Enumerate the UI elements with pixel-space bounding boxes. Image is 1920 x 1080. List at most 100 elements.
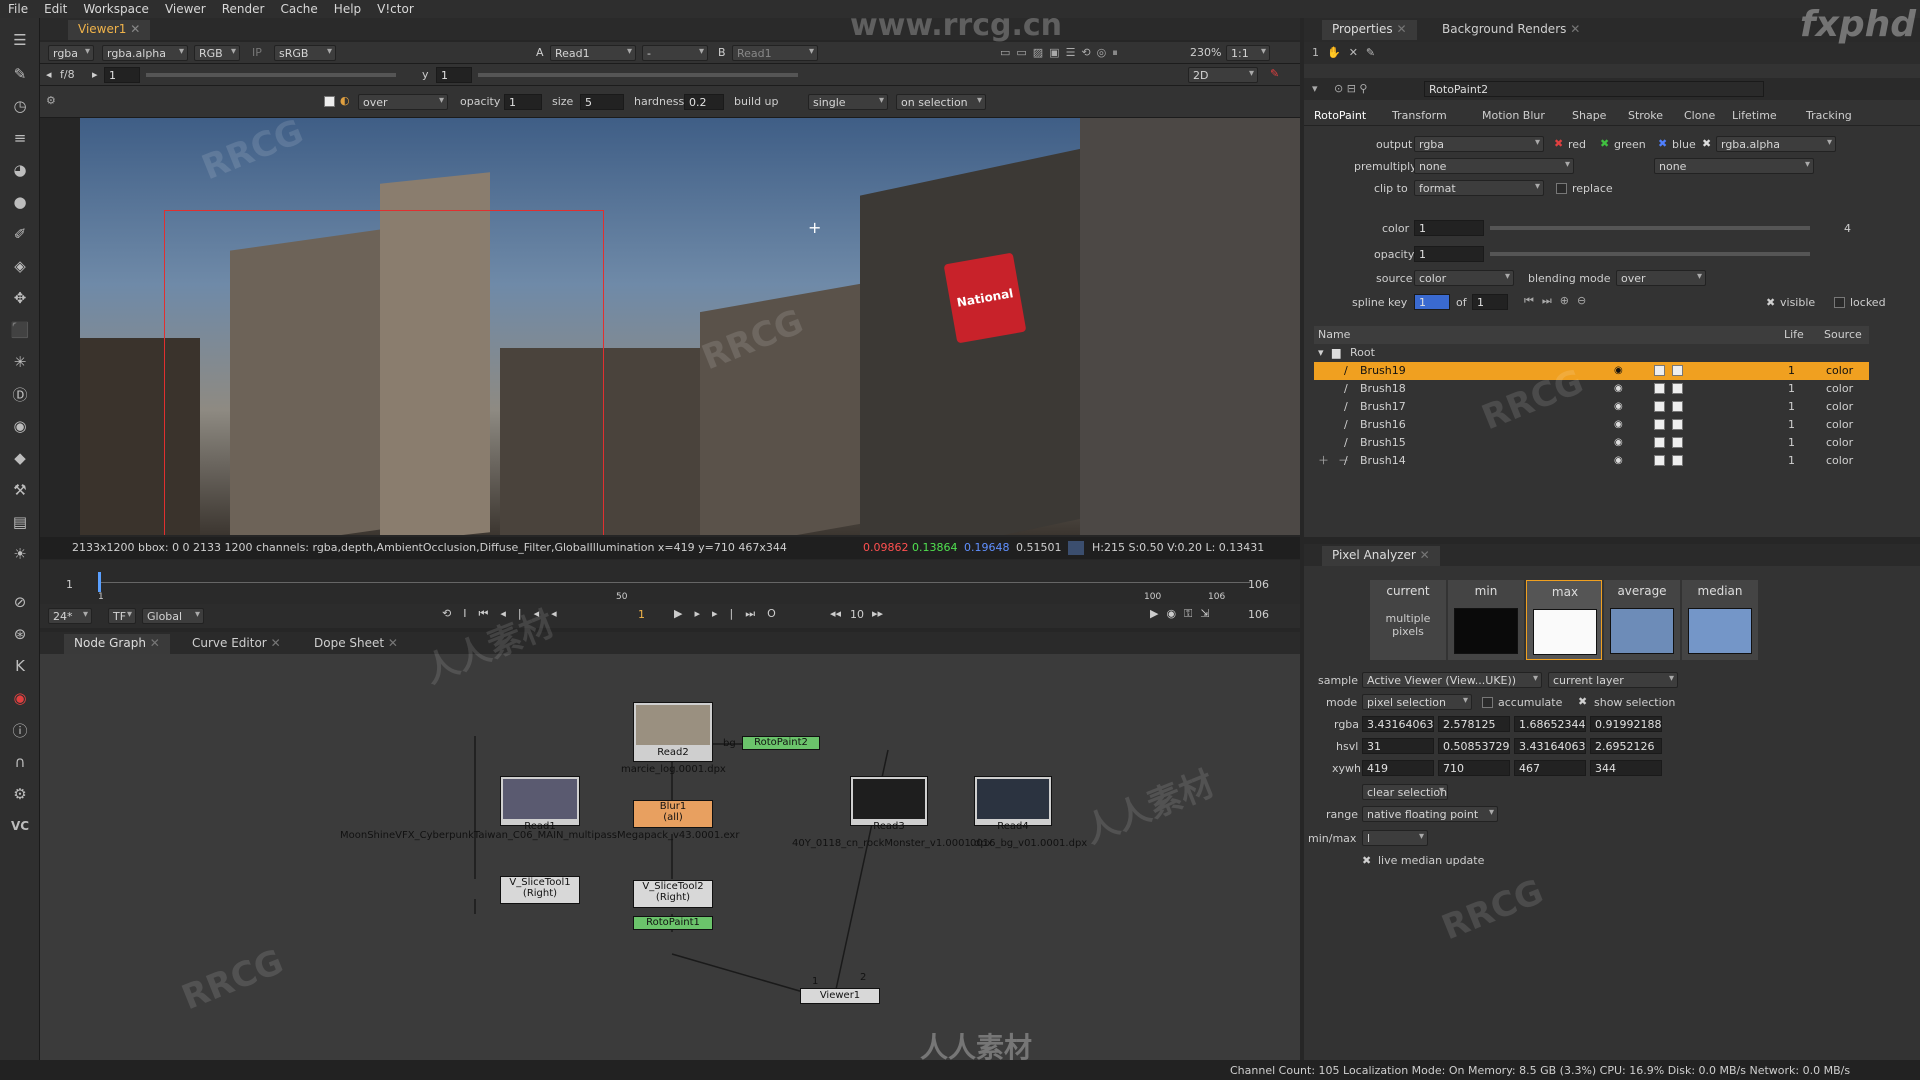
node-read2[interactable]: Read2: [633, 702, 713, 762]
hsvl-v-field[interactable]: 3.43164063: [1514, 738, 1586, 754]
blue-check-icon[interactable]: ✖: [1658, 137, 1667, 150]
fstop-right-icon[interactable]: ▸: [92, 68, 98, 81]
green-check-icon[interactable]: ✖: [1600, 137, 1609, 150]
menu-workspace[interactable]: Workspace: [75, 2, 157, 16]
view-mode-dropdown[interactable]: 2D: [1188, 67, 1258, 83]
color-field[interactable]: 1: [1414, 220, 1484, 236]
lut-dropdown[interactable]: sRGB: [274, 45, 336, 61]
fstop-value[interactable]: f/8: [60, 68, 75, 81]
color-checkbox[interactable]: [1672, 437, 1683, 448]
global-dropdown[interactable]: Global: [142, 608, 204, 624]
locked-checkbox[interactable]: [1834, 297, 1845, 308]
add-icon[interactable]: ＋: [1318, 452, 1329, 468]
layout-icon[interactable]: ☰: [8, 28, 32, 52]
brush-row[interactable]: ∕ Brush15 ◉ 1 color: [1314, 434, 1869, 452]
sample-dropdown[interactable]: Active Viewer (View...UKE)): [1362, 672, 1542, 688]
tab-background-renders[interactable]: Background Renders ✕: [1432, 20, 1590, 40]
spline-key-field[interactable]: 1: [1414, 294, 1450, 310]
subtab-clone[interactable]: Clone: [1684, 109, 1715, 122]
node-slicetool1[interactable]: V_SliceTool1 (Right): [500, 876, 580, 904]
visibility-icon[interactable]: ◉: [1614, 437, 1623, 448]
tab-pixel-analyzer[interactable]: Pixel Analyzer ✕: [1322, 546, 1440, 566]
toolsets-icon[interactable]: ⚒: [8, 478, 32, 502]
timeline[interactable]: 1 1 50 100 106 106: [40, 560, 1300, 610]
expand-icon[interactable]: ▾: [1318, 346, 1324, 359]
subtab-shape[interactable]: Shape: [1572, 109, 1606, 122]
visible-check-icon[interactable]: ✖: [1766, 296, 1775, 309]
clock-icon[interactable]: ◷: [8, 94, 32, 118]
ratio-dropdown[interactable]: 1:1: [1226, 45, 1270, 61]
invert-checkbox[interactable]: [1654, 419, 1665, 430]
tab-node-graph[interactable]: Node Graph ✕: [64, 634, 170, 654]
node-name-field[interactable]: RotoPaint2: [1424, 81, 1764, 97]
menu-cache[interactable]: Cache: [272, 2, 325, 16]
pa-min[interactable]: min: [1448, 580, 1524, 660]
gear-icon[interactable]: ⚙: [8, 782, 32, 806]
menu-help[interactable]: Help: [326, 2, 369, 16]
metadata-icon[interactable]: ◆: [8, 446, 32, 470]
paint-icon[interactable]: ✎: [1270, 67, 1279, 80]
3d-icon[interactable]: ⬛: [8, 318, 32, 342]
buildup-label[interactable]: build up: [734, 95, 779, 108]
alpha-dropdown[interactable]: rgba.alpha: [102, 45, 188, 61]
clear-selection-button[interactable]: clear selection: [1362, 784, 1448, 800]
settings-icon[interactable]: ⚙: [46, 94, 56, 107]
transform-icon[interactable]: ✥: [8, 286, 32, 310]
particles-icon[interactable]: ✳: [8, 350, 32, 374]
plugin-icon[interactable]: ☀: [8, 542, 32, 566]
menu-viewer[interactable]: Viewer: [157, 2, 214, 16]
step-value[interactable]: 10: [850, 608, 864, 621]
keyer-icon[interactable]: ✐: [8, 222, 32, 246]
views-icon[interactable]: ◉: [8, 414, 32, 438]
node-viewer1[interactable]: Viewer1: [800, 988, 880, 1004]
tree-root-row[interactable]: ▾ ▆ Root: [1314, 344, 1869, 362]
brush-row[interactable]: ∕ Brush17 ◉ 1 color: [1314, 398, 1869, 416]
tab-viewer1[interactable]: Viewer1 ✕: [68, 20, 151, 40]
tf-dropdown[interactable]: TF: [108, 608, 136, 624]
selection-dropdown[interactable]: on selection: [896, 94, 986, 110]
tab-properties[interactable]: Properties ✕: [1322, 20, 1417, 40]
blend-mode-dropdown[interactable]: over: [1616, 270, 1706, 286]
channels-dropdown[interactable]: rgba: [48, 45, 94, 61]
pa-max[interactable]: max: [1526, 580, 1602, 660]
visibility-icon[interactable]: ◉: [1614, 455, 1623, 466]
menu-edit[interactable]: Edit: [36, 2, 75, 16]
fstop-left-icon[interactable]: ◂: [46, 68, 52, 81]
color-checkbox[interactable]: [1672, 419, 1683, 430]
invert-checkbox[interactable]: [1654, 455, 1665, 466]
single-dropdown[interactable]: single: [808, 94, 888, 110]
alpha-check-icon[interactable]: ✖: [1702, 137, 1711, 150]
tree-header-source[interactable]: Source: [1824, 328, 1862, 341]
b-input-dropdown[interactable]: Read1: [732, 45, 818, 61]
magnet-icon[interactable]: ∩: [8, 750, 32, 774]
filter-icon[interactable]: ●: [8, 190, 32, 214]
timeline-track[interactable]: [100, 582, 1250, 583]
ip-button[interactable]: IP: [252, 46, 262, 59]
menu-render[interactable]: Render: [214, 2, 273, 16]
ofx-icon[interactable]: ⊛: [8, 622, 32, 646]
mode-dropdown[interactable]: pixel selection: [1362, 694, 1472, 710]
cache-icons[interactable]: ▶◉⚿⇲: [1150, 607, 1218, 621]
replace-checkbox[interactable]: [1556, 183, 1567, 194]
close-icon[interactable]: ✕: [1420, 548, 1430, 562]
pa-average[interactable]: average: [1604, 580, 1680, 660]
node-read3[interactable]: Read3: [850, 776, 928, 832]
brush-row[interactable]: ∕ Brush18 ◉ 1 color: [1314, 380, 1869, 398]
xywh-x-field[interactable]: 419: [1362, 760, 1434, 776]
output-dropdown[interactable]: rgba: [1414, 136, 1544, 152]
playhead[interactable]: [98, 572, 101, 592]
color-slider[interactable]: [1490, 226, 1810, 230]
merge-icon[interactable]: ◈: [8, 254, 32, 278]
color-icon[interactable]: ◕: [8, 158, 32, 182]
brush-row[interactable]: ∕ Brush14 ◉ 1 color: [1314, 452, 1869, 470]
opacity-slider[interactable]: [1490, 252, 1810, 256]
pa-median[interactable]: median: [1682, 580, 1758, 660]
close-icon[interactable]: ✕: [271, 636, 281, 650]
display-dropdown[interactable]: RGB: [194, 45, 240, 61]
source-dropdown[interactable]: color: [1414, 270, 1514, 286]
red-check-icon[interactable]: ✖: [1554, 137, 1563, 150]
subtab-tracking[interactable]: Tracking: [1806, 109, 1852, 122]
rgba-r-field[interactable]: 3.43164063: [1362, 716, 1434, 732]
alpha-channel-dropdown[interactable]: rgba.alpha: [1716, 136, 1836, 152]
key-nav-icons[interactable]: ⏮⏭⊕⊖: [1524, 294, 1594, 308]
